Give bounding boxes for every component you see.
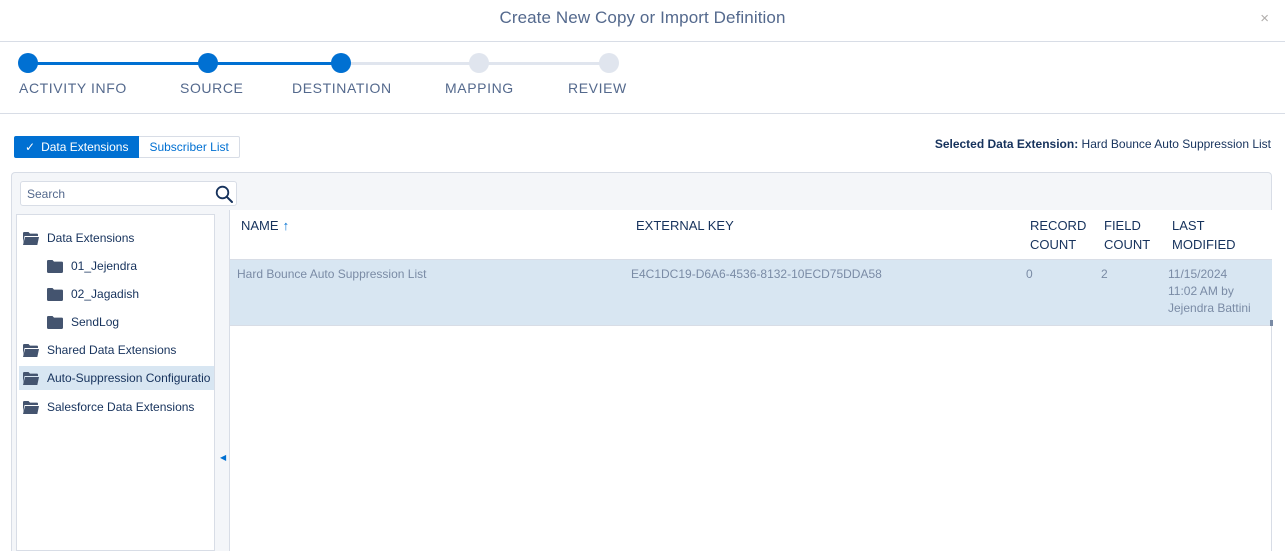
column-header-field-count[interactable]: FIELD COUNT <box>1104 216 1150 254</box>
step-dot-source[interactable] <box>198 53 218 73</box>
cell-last-modified-time: 11:02 AM by <box>1168 284 1234 298</box>
step-label-mapping: MAPPING <box>445 80 514 96</box>
tree-item-salesforce-data-extensions[interactable]: Salesforce Data Extensions <box>23 395 208 419</box>
column-header-field-count-line1: FIELD <box>1104 218 1141 233</box>
modal-header: Create New Copy or Import Definition × <box>0 0 1285 42</box>
tree-item-label: Salesforce Data Extensions <box>47 400 195 414</box>
modal-title: Create New Copy or Import Definition <box>499 8 786 27</box>
folder-open-icon <box>23 371 39 385</box>
cell-external-key: E4C1DC19-D6A6-4536-8132-10ECD75DDA58 <box>631 267 882 281</box>
step-label-source[interactable]: SOURCE <box>180 80 244 96</box>
table-row[interactable]: Hard Bounce Auto Suppression List E4C1DC… <box>230 260 1273 326</box>
selected-data-extension-value: Hard Bounce Auto Suppression List <box>1081 137 1271 151</box>
tree-item-label: 01_Jejendra <box>71 259 138 273</box>
check-icon: ✓ <box>25 140 36 154</box>
column-header-field-count-line2: COUNT <box>1104 237 1151 252</box>
collapse-left-icon[interactable]: ◀ <box>220 453 226 462</box>
progress-line-complete <box>28 62 341 65</box>
tree-item-label: Auto-Suppression Configuratio <box>47 371 211 385</box>
cell-record-count: 0 <box>1026 267 1033 281</box>
step-dot-mapping <box>469 53 489 73</box>
column-header-record-count-line2: COUNT <box>1030 237 1077 252</box>
tree-item-label: Data Extensions <box>47 231 135 245</box>
tree-item-label: SendLog <box>71 315 120 329</box>
cell-last-modified: 11/15/2024 11:02 AM by Jejendra Battini <box>1168 266 1251 317</box>
step-label-destination[interactable]: DESTINATION <box>292 80 392 96</box>
selected-data-extension-label: Selected Data Extension: <box>934 137 1079 151</box>
tree-item-sendlog[interactable]: SendLog <box>47 310 207 334</box>
folder-icon <box>47 287 63 301</box>
data-extension-table: NAME ↑ EXTERNAL KEY RECORD COUNT FIELD CO… <box>229 210 1273 551</box>
scrollbar-marker <box>1270 320 1273 326</box>
folder-icon <box>47 259 63 273</box>
source-type-toggle: ✓ Data Extensions Subscriber List <box>14 136 240 158</box>
column-header-last-modified-line2: MODIFIED <box>1172 237 1236 252</box>
subscriber-list-toggle-label: Subscriber List <box>149 140 229 154</box>
column-header-name-label: NAME <box>241 218 279 233</box>
column-header-last-modified[interactable]: LAST MODIFIED <box>1172 216 1236 254</box>
column-header-record-count-line1: RECORD <box>1030 218 1087 233</box>
tree-item-shared-data-extensions[interactable]: Shared Data Extensions <box>23 338 208 362</box>
table-header: NAME ↑ EXTERNAL KEY RECORD COUNT FIELD CO… <box>230 210 1272 260</box>
folder-tree: Data Extensions 01_Jejendra 02_Jagadish … <box>16 214 215 551</box>
step-label-activity-info[interactable]: ACTIVITY INFO <box>19 80 127 96</box>
column-header-last-modified-line1: LAST <box>1172 218 1205 233</box>
search-box <box>20 181 237 206</box>
step-dot-destination[interactable] <box>331 53 351 73</box>
tree-item-label: 02_Jagadish <box>71 287 140 301</box>
step-label-review: REVIEW <box>568 80 627 96</box>
tree-item-02-jagadish[interactable]: 02_Jagadish <box>47 282 207 306</box>
sort-ascending-icon: ↑ <box>282 218 290 233</box>
folder-icon <box>47 315 63 329</box>
cell-last-modified-date: 11/15/2024 <box>1168 267 1228 281</box>
tree-item-data-extensions[interactable]: Data Extensions <box>23 226 208 250</box>
selected-data-extension: Selected Data Extension: Hard Bounce Aut… <box>935 137 1271 151</box>
folder-open-icon <box>23 343 39 357</box>
progress-steps <box>0 42 1285 114</box>
search-icon[interactable] <box>214 184 234 204</box>
data-extensions-toggle-button[interactable]: ✓ Data Extensions <box>14 136 140 158</box>
panel-splitter[interactable]: ◀ <box>217 210 229 551</box>
step-dot-review <box>599 53 619 73</box>
cell-name: Hard Bounce Auto Suppression List <box>237 267 427 281</box>
tree-item-01-jejendra[interactable]: 01_Jejendra <box>47 254 207 278</box>
column-header-record-count[interactable]: RECORD COUNT <box>1030 216 1086 254</box>
close-icon[interactable]: × <box>1260 10 1269 27</box>
data-extensions-toggle-label: Data Extensions <box>41 140 129 154</box>
search-input[interactable] <box>27 186 207 202</box>
column-header-name[interactable]: NAME ↑ <box>241 216 289 235</box>
step-dot-activity-info[interactable] <box>18 53 38 73</box>
folder-open-icon <box>23 400 39 414</box>
cell-last-modified-user: Jejendra Battini <box>1168 301 1251 315</box>
cell-field-count: 2 <box>1101 267 1108 281</box>
column-header-external-key[interactable]: EXTERNAL KEY <box>636 216 734 235</box>
subscriber-list-toggle-button[interactable]: Subscriber List <box>139 136 240 158</box>
tree-item-auto-suppression-configuration[interactable]: Auto-Suppression Configuratio <box>19 366 214 390</box>
tree-item-label: Shared Data Extensions <box>47 343 177 357</box>
folder-open-icon <box>23 231 39 245</box>
